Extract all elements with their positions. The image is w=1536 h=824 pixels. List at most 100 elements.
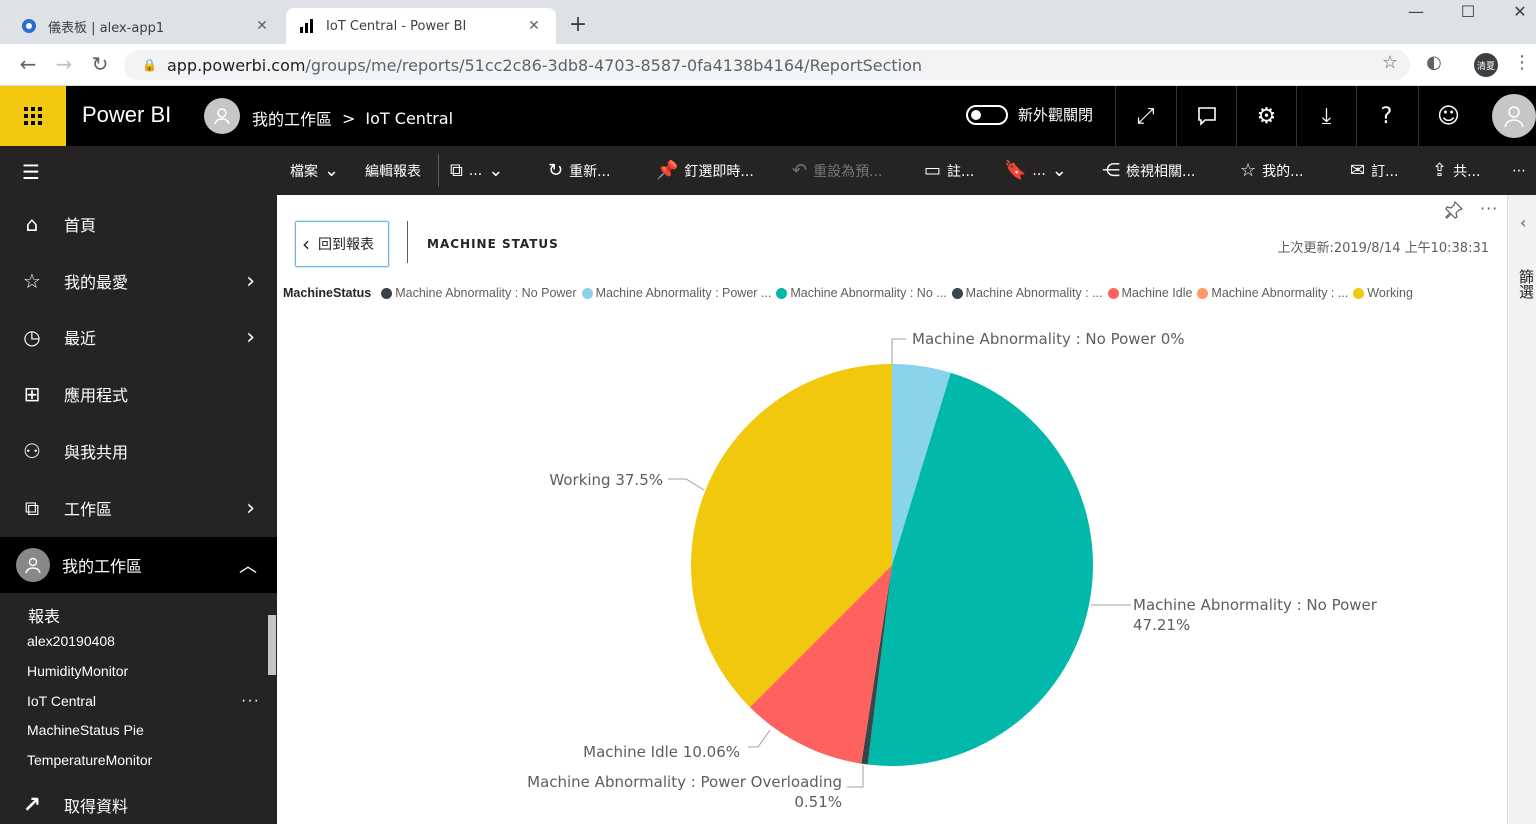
app-launcher-icon[interactable]	[0, 86, 66, 146]
refresh-label: 重新...	[569, 163, 611, 180]
user-avatar[interactable]	[1492, 94, 1536, 138]
data-label: Machine Idle 10.06%	[583, 743, 740, 761]
label-leader-line	[748, 729, 771, 748]
back-arrow-icon[interactable]: ←	[16, 52, 40, 76]
file-menu-label: 檔案	[290, 163, 318, 180]
smiley-icon[interactable]: ☺	[1418, 86, 1478, 146]
legend-item[interactable]: Machine Abnormality : No Power	[381, 286, 577, 300]
reports-heading: 報表	[28, 607, 61, 626]
nav-workspaces[interactable]: ⧉ 工作區 ›	[0, 480, 277, 536]
reload-icon[interactable]: ↻	[88, 52, 112, 76]
chevron-right-icon: ›	[246, 324, 255, 350]
tab-title: 儀表板 | alex-app1	[48, 20, 165, 36]
new-look-toggle[interactable]: 新外觀關閉	[966, 104, 1093, 125]
filters-pane-collapsed[interactable]: ‹ 篩選	[1507, 195, 1536, 824]
window-close-icon[interactable]: ✕	[1500, 2, 1536, 21]
fullscreen-icon[interactable]: ⤢	[1115, 86, 1175, 146]
data-label: Working 37.5%	[549, 471, 663, 489]
nav-recent[interactable]: ◷ 最近 ›	[0, 309, 277, 365]
browser-tab-dashboard[interactable]: 儀表板 | alex-app1 ✕	[8, 8, 284, 44]
report-item[interactable]: MachineStatus Pie	[0, 715, 268, 744]
pin-visual-icon[interactable]	[1445, 200, 1464, 223]
legend-item[interactable]: Machine Abnormality : Power ...	[581, 286, 771, 300]
powerbi-header: Power BI 我的工作區 > IoT Central 新外觀關閉 ⤢ ⚙ ⤓…	[0, 86, 1536, 146]
download-icon[interactable]: ⤓	[1296, 86, 1356, 146]
workspace-avatar	[16, 548, 50, 582]
comment-icon: ▭	[924, 160, 942, 181]
legend-item[interactable]: Working	[1353, 286, 1413, 300]
legend-item[interactable]: Machine Abnormality : ...	[1197, 286, 1348, 300]
extension-icon[interactable]: ◐	[1420, 52, 1448, 73]
lock-icon: 🔒	[142, 58, 157, 72]
new-tab-button[interactable]: +	[566, 12, 590, 37]
close-icon[interactable]: ✕	[524, 18, 544, 34]
report-item-active[interactable]: IoT Central ···	[0, 686, 268, 715]
legend-item[interactable]: Machine Abnormality : No ...	[776, 286, 947, 300]
reset-default-button[interactable]: ↶ 重設為預...	[792, 146, 882, 195]
favorite-button[interactable]: ☆ 我的...	[1240, 146, 1304, 195]
report-item[interactable]: alex20190408	[0, 626, 268, 655]
refresh-icon: ↻	[548, 160, 564, 181]
powerbi-app-icon	[20, 17, 38, 35]
legend-label: Machine Abnormality : No ...	[790, 286, 947, 300]
back-to-report-button[interactable]: ‹ 回到報表	[295, 221, 389, 267]
hamburger-menu-icon[interactable]: ☰	[22, 160, 40, 184]
legend-item[interactable]: Machine Abnormality : ...	[951, 286, 1103, 300]
view-related-label: 檢視相關...	[1126, 163, 1196, 180]
gear-icon[interactable]: ⚙	[1236, 86, 1296, 146]
edit-report-button[interactable]: 編輯報表	[365, 146, 421, 195]
view-related-button[interactable]: ⋲ 檢視相關...	[1102, 146, 1195, 195]
nav-favorites[interactable]: ☆ 我的最愛 ›	[0, 253, 277, 309]
legend-item[interactable]: Machine Idle	[1107, 286, 1192, 300]
pin-live-button[interactable]: 📌 釘選即時...	[656, 146, 754, 195]
star-icon: ☆	[1240, 160, 1257, 181]
url-field[interactable]: 🔒 app.powerbi.com/groups/me/reports/51cc…	[124, 50, 1410, 80]
subscribe-button[interactable]: ✉ 訂...	[1350, 146, 1398, 195]
forward-arrow-icon[interactable]: →	[52, 52, 76, 76]
get-data-label: 取得資料	[64, 797, 129, 816]
share-button[interactable]: ⇪ 共...	[1432, 146, 1480, 195]
nav-home[interactable]: ⌂ 首頁	[0, 196, 277, 252]
feedback-icon[interactable]	[1176, 86, 1236, 146]
label-leader-line	[668, 478, 705, 491]
left-nav-pane: ⌂ 首頁 ☆ 我的最愛 › ◷ 最近 › ⊞ 應用程式 ⚇ 與我共用 ⧉ 工作區…	[0, 195, 277, 824]
report-item[interactable]: HumidityMonitor	[0, 656, 268, 685]
bookmark-star-icon[interactable]: ☆	[1376, 52, 1404, 73]
pie-chart: Machine Abnormality : No Power 0% Machine…	[527, 330, 1378, 811]
breadcrumb-workspace[interactable]: 我的工作區	[252, 106, 332, 130]
reset-default-label: 重設為預...	[813, 163, 883, 180]
more-options-icon[interactable]: ···	[241, 692, 260, 710]
bookmark-icon: 🔖	[1004, 160, 1027, 181]
sidebar-scrollbar[interactable]	[268, 615, 276, 675]
nav-shared[interactable]: ⚇ 與我共用	[0, 423, 277, 479]
more-options-icon[interactable]: ···	[1480, 199, 1498, 218]
help-icon[interactable]: ?	[1356, 86, 1416, 146]
get-data-button[interactable]: ↗ 取得資料	[0, 787, 277, 823]
close-icon[interactable]: ✕	[252, 18, 272, 34]
nav-apps[interactable]: ⊞ 應用程式	[0, 366, 277, 422]
legend-swatch	[1353, 287, 1365, 299]
brand-title[interactable]: Power BI	[82, 102, 171, 128]
chevron-up-icon: ︿	[239, 556, 257, 577]
browser-tab-iot-central[interactable]: IoT Central - Power BI ✕	[286, 8, 556, 44]
home-icon: ⌂	[25, 212, 39, 236]
url-path: /groups/me/reports/51cc2c86-3db8-4703-85…	[305, 55, 923, 75]
file-menu[interactable]: 檔案 ⌄	[290, 146, 339, 195]
minimize-icon[interactable]: —	[1396, 2, 1436, 21]
browser-tab-bar: 儀表板 | alex-app1 ✕ IoT Central - Power BI…	[0, 0, 1536, 44]
report-item[interactable]: TemperatureMonitor	[0, 745, 268, 774]
more-options-button[interactable]: ⋯	[1512, 146, 1526, 195]
browser-menu-icon[interactable]: ⋮	[1508, 52, 1536, 73]
maximize-icon[interactable]: ☐	[1448, 2, 1488, 21]
chevron-down-icon: ⌄	[488, 160, 504, 181]
chevron-left-icon[interactable]: ‹	[1520, 213, 1526, 232]
bookmark-menu[interactable]: 🔖 ... ⌄	[1004, 146, 1067, 195]
data-label: Machine Abnormality : No Power 0%	[912, 330, 1185, 348]
toggle-switch[interactable]	[966, 104, 1008, 125]
refresh-button[interactable]: ↻ 重新...	[548, 146, 610, 195]
comment-button[interactable]: ▭ 註...	[924, 146, 974, 195]
view-menu[interactable]: ⧉ ... ⌄	[450, 146, 503, 195]
share-label: 共...	[1453, 163, 1481, 180]
my-workspace-section[interactable]: 我的工作區 ︿	[0, 537, 277, 593]
profile-avatar[interactable]: 清夏	[1474, 53, 1498, 77]
